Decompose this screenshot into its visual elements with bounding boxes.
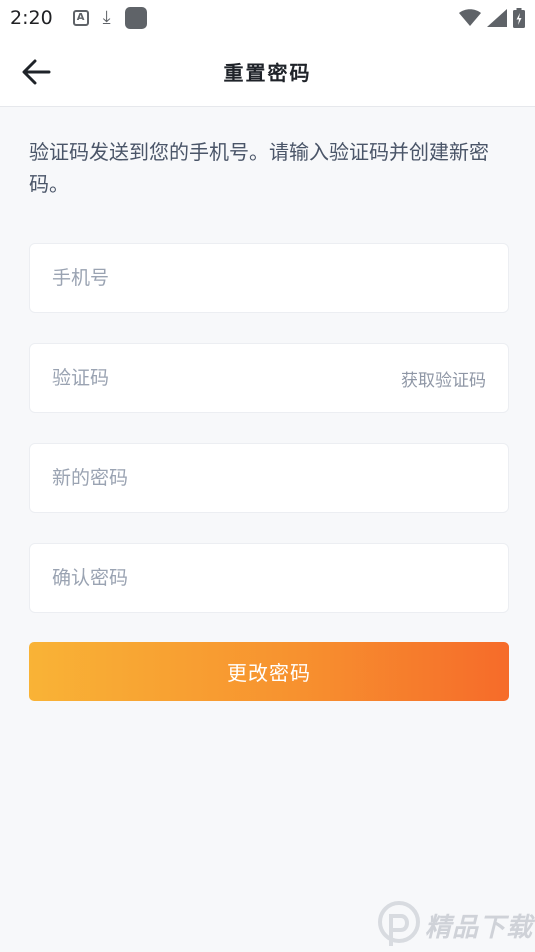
notification-icons: A ⤓: [72, 7, 147, 29]
verification-code-input[interactable]: [52, 367, 401, 389]
confirm-password-field[interactable]: [29, 543, 509, 613]
status-bar: 2:20 A ⤓: [0, 0, 535, 36]
phone-input[interactable]: [52, 267, 486, 289]
app-notification-icon: [124, 7, 147, 29]
change-password-button[interactable]: 更改密码: [29, 642, 509, 701]
back-button[interactable]: [18, 54, 54, 90]
new-password-field[interactable]: [29, 443, 509, 513]
app-header: 重置密码: [0, 36, 535, 107]
wifi-icon: [459, 9, 481, 26]
arrow-left-icon: [22, 59, 51, 85]
confirm-password-input[interactable]: [52, 567, 486, 589]
get-code-button[interactable]: 获取验证码: [401, 366, 486, 391]
battery-icon: [513, 8, 525, 28]
download-icon: ⤓: [102, 7, 111, 28]
watermark-logo: 精品下载: [377, 900, 533, 950]
verification-code-field[interactable]: 获取验证码: [29, 343, 509, 413]
new-password-input[interactable]: [52, 467, 486, 489]
watermark-p-icon: [377, 901, 420, 946]
phone-field[interactable]: [29, 243, 509, 313]
system-icons: [459, 8, 525, 28]
a-notification-icon: A: [72, 10, 89, 26]
page-title: 重置密码: [223, 60, 312, 85]
status-time: 2:20: [10, 7, 53, 29]
watermark-text: 精品下载: [424, 912, 533, 943]
signal-icon: [487, 9, 507, 27]
instruction-text: 验证码发送到您的手机号。请输入验证码并创建新密码。: [29, 140, 489, 196]
